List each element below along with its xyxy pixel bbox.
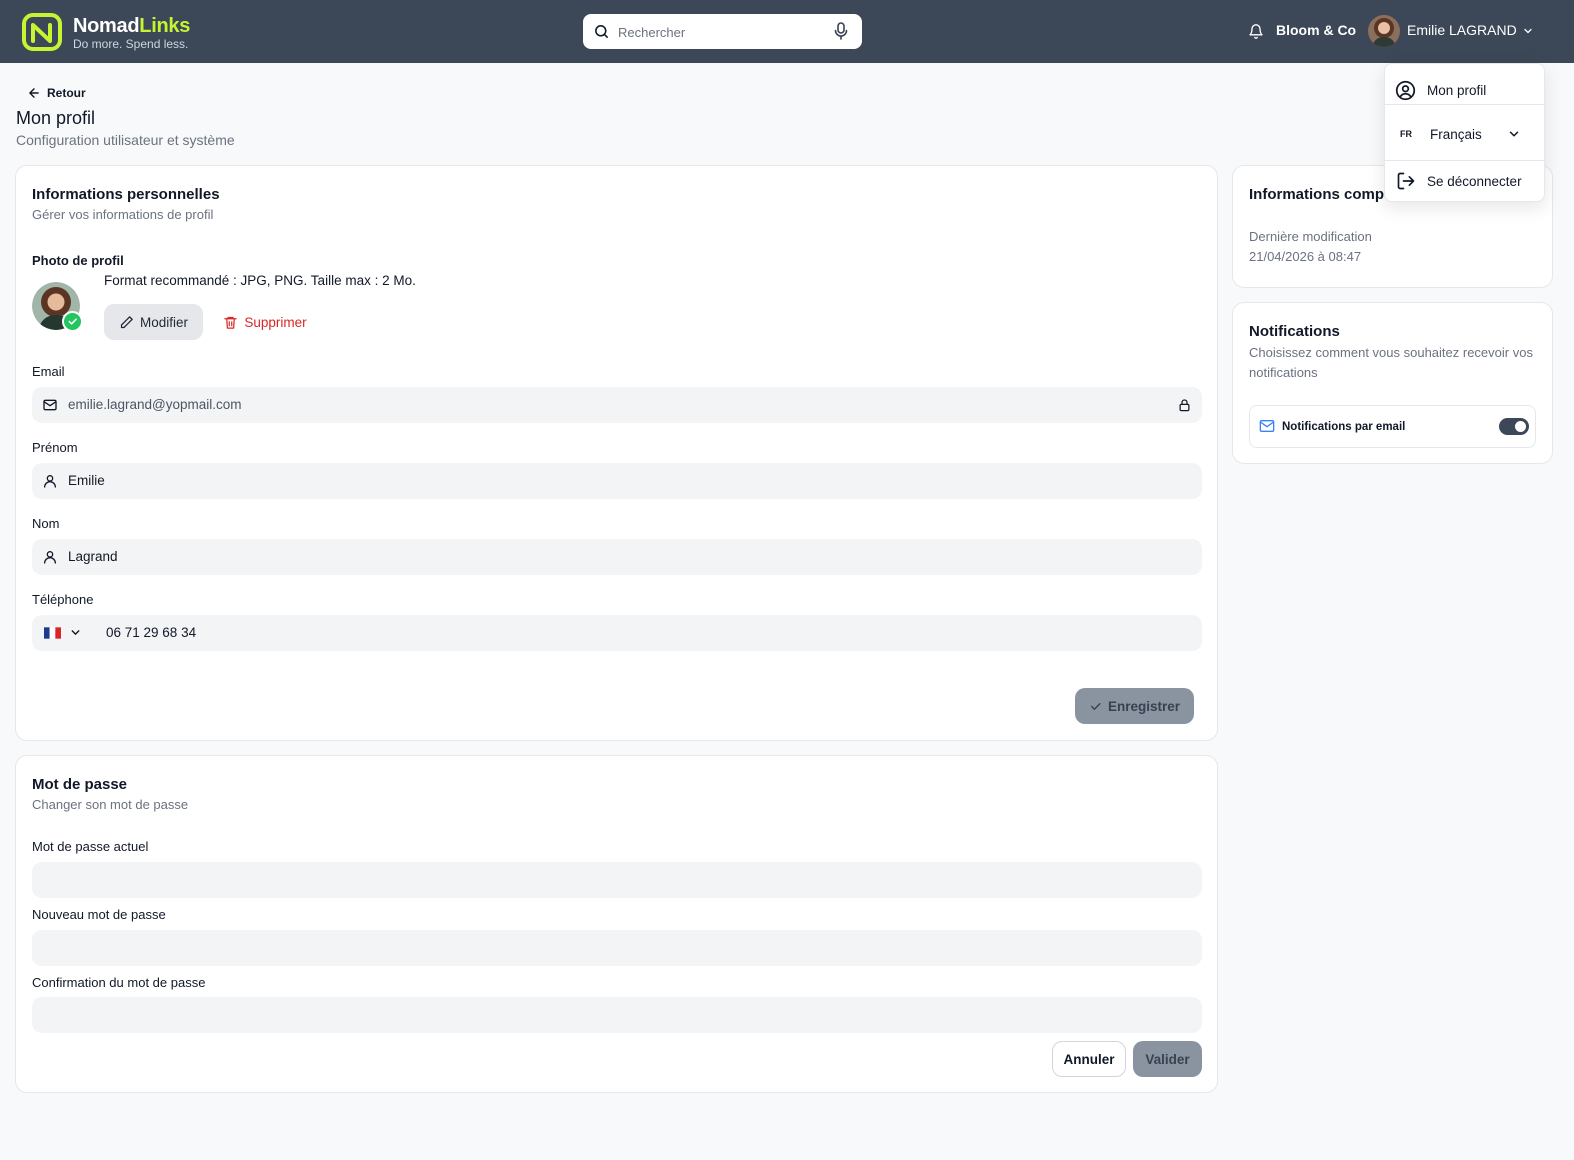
chevron-down-icon[interactable] <box>1522 25 1534 37</box>
pencil-icon <box>120 315 133 328</box>
trash-icon <box>224 316 238 329</box>
page-title: Mon profil <box>16 108 96 128</box>
personal-info-card: Informations personnelles Gérer vos info… <box>15 165 1218 741</box>
submit-password-button[interactable]: Valider <box>1133 1041 1202 1077</box>
company-name[interactable]: Bloom & Co <box>1276 22 1356 38</box>
user-name[interactable]: Emilie LAGRAND <box>1407 22 1517 38</box>
current-password-field[interactable] <box>32 862 1202 898</box>
card-subtitle: Gérer vos informations de profil <box>32 207 214 222</box>
firstname-value: Emilie <box>68 473 105 488</box>
verified-badge-icon <box>62 311 83 332</box>
last-modified-value: 21/04/2026 à 08:47 <box>1249 249 1362 264</box>
back-label: Retour <box>47 86 86 100</box>
chevron-down-icon <box>1509 131 1519 137</box>
card-title: Informations personnelles <box>32 186 220 203</box>
phone-field[interactable]: 06 71 29 68 34 <box>32 615 1202 651</box>
menu-logout-label: Se déconnecter <box>1427 173 1522 189</box>
mail-icon <box>1259 420 1275 432</box>
user-icon <box>44 551 56 564</box>
search-bar <box>583 14 862 49</box>
mail-icon <box>43 399 57 411</box>
last-modified-label: Dernière modification <box>1249 229 1372 244</box>
lastname-label: Nom <box>32 516 60 531</box>
delete-label: Supprimer <box>244 314 307 330</box>
language-label: Français <box>1430 126 1482 142</box>
language-code: FR <box>1400 129 1412 139</box>
cancel-button[interactable]: Annuler <box>1052 1041 1126 1077</box>
email-field: emilie.lagrand@yopmail.com <box>32 387 1202 423</box>
user-circle-icon <box>1395 80 1416 100</box>
search-icon <box>595 25 608 38</box>
menu-divider <box>1385 160 1544 161</box>
menu-item-logout[interactable]: Se déconnecter <box>1385 163 1544 199</box>
email-value: emilie.lagrand@yopmail.com <box>68 397 242 412</box>
user-icon <box>44 475 56 488</box>
menu-divider <box>1385 104 1544 105</box>
cancel-label: Annuler <box>1063 1051 1115 1067</box>
brand[interactable]: NomadLinks Do more. Spend less. <box>73 15 190 51</box>
email-notification-label: Notifications par email <box>1282 421 1406 433</box>
new-password-field[interactable] <box>32 930 1202 966</box>
save-button[interactable]: Enregistrer <box>1075 688 1194 724</box>
firstname-field[interactable]: Emilie <box>32 463 1202 499</box>
phone-value: 06 71 29 68 34 <box>106 625 197 640</box>
back-link[interactable]: Retour <box>27 86 86 100</box>
search-input[interactable] <box>618 22 818 42</box>
new-password-label: Nouveau mot de passe <box>32 907 166 922</box>
microphone-icon[interactable] <box>834 22 848 40</box>
card-subtitle: Choisissez comment vous souhaitez recevo… <box>1249 345 1533 380</box>
country-selector[interactable] <box>44 626 82 639</box>
email-notification-toggle[interactable] <box>1499 418 1529 435</box>
user-avatar[interactable] <box>1368 15 1400 47</box>
france-flag-icon <box>44 626 61 639</box>
card-title: Notifications <box>1249 323 1340 340</box>
arrow-left-icon <box>29 88 39 98</box>
delete-photo-button[interactable]: Supprimer <box>215 304 315 340</box>
modify-photo-button[interactable]: Modifier <box>104 304 203 340</box>
menu-profile-label: Mon profil <box>1427 82 1487 98</box>
lastname-field[interactable]: Lagrand <box>32 539 1202 575</box>
card-title: Mot de passe <box>32 776 128 793</box>
email-label: Email <box>32 364 65 379</box>
notifications-card: Notifications Choisissez comment vous so… <box>1232 302 1553 464</box>
card-subtitle: Changer son mot de passe <box>32 797 189 812</box>
nomadlinks-logo-icon[interactable] <box>22 13 64 51</box>
photo-hint: Format recommandé : JPG, PNG. Taille max… <box>104 273 416 288</box>
current-password-label: Mot de passe actuel <box>32 839 149 854</box>
page-subtitle: Configuration utilisateur et système <box>16 132 235 148</box>
phone-label: Téléphone <box>32 592 94 607</box>
logout-icon <box>1397 172 1415 190</box>
email-notification-row: Notifications par email <box>1249 405 1536 448</box>
lock-icon <box>1179 399 1190 412</box>
check-icon <box>1090 702 1101 710</box>
chevron-down-icon <box>71 630 80 635</box>
password-card: Mot de passe Changer son mot de passe Mo… <box>15 755 1218 1093</box>
menu-item-language[interactable]: FR Français <box>1385 116 1544 152</box>
save-label: Enregistrer <box>1107 698 1181 714</box>
photo-label: Photo de profil <box>32 253 124 268</box>
menu-item-profile[interactable]: Mon profil <box>1385 72 1544 108</box>
lastname-value: Lagrand <box>68 549 118 564</box>
modify-label: Modifier <box>139 314 188 330</box>
brand-tagline: Do more. Spend less. <box>73 37 189 51</box>
confirm-password-field[interactable] <box>32 997 1202 1033</box>
firstname-label: Prénom <box>32 440 78 455</box>
confirm-password-label: Confirmation du mot de passe <box>32 975 206 990</box>
bell-icon[interactable] <box>1248 23 1264 40</box>
brand-name: NomadLinks <box>73 15 191 37</box>
top-bar: NomadLinks Do more. Spend less. Bloom & … <box>0 0 1574 63</box>
user-dropdown-menu: Mon profil FR Français Se déconnecter <box>1384 63 1545 202</box>
submit-label: Valider <box>1145 1051 1190 1067</box>
card-title: Informations comp <box>1249 186 1385 203</box>
